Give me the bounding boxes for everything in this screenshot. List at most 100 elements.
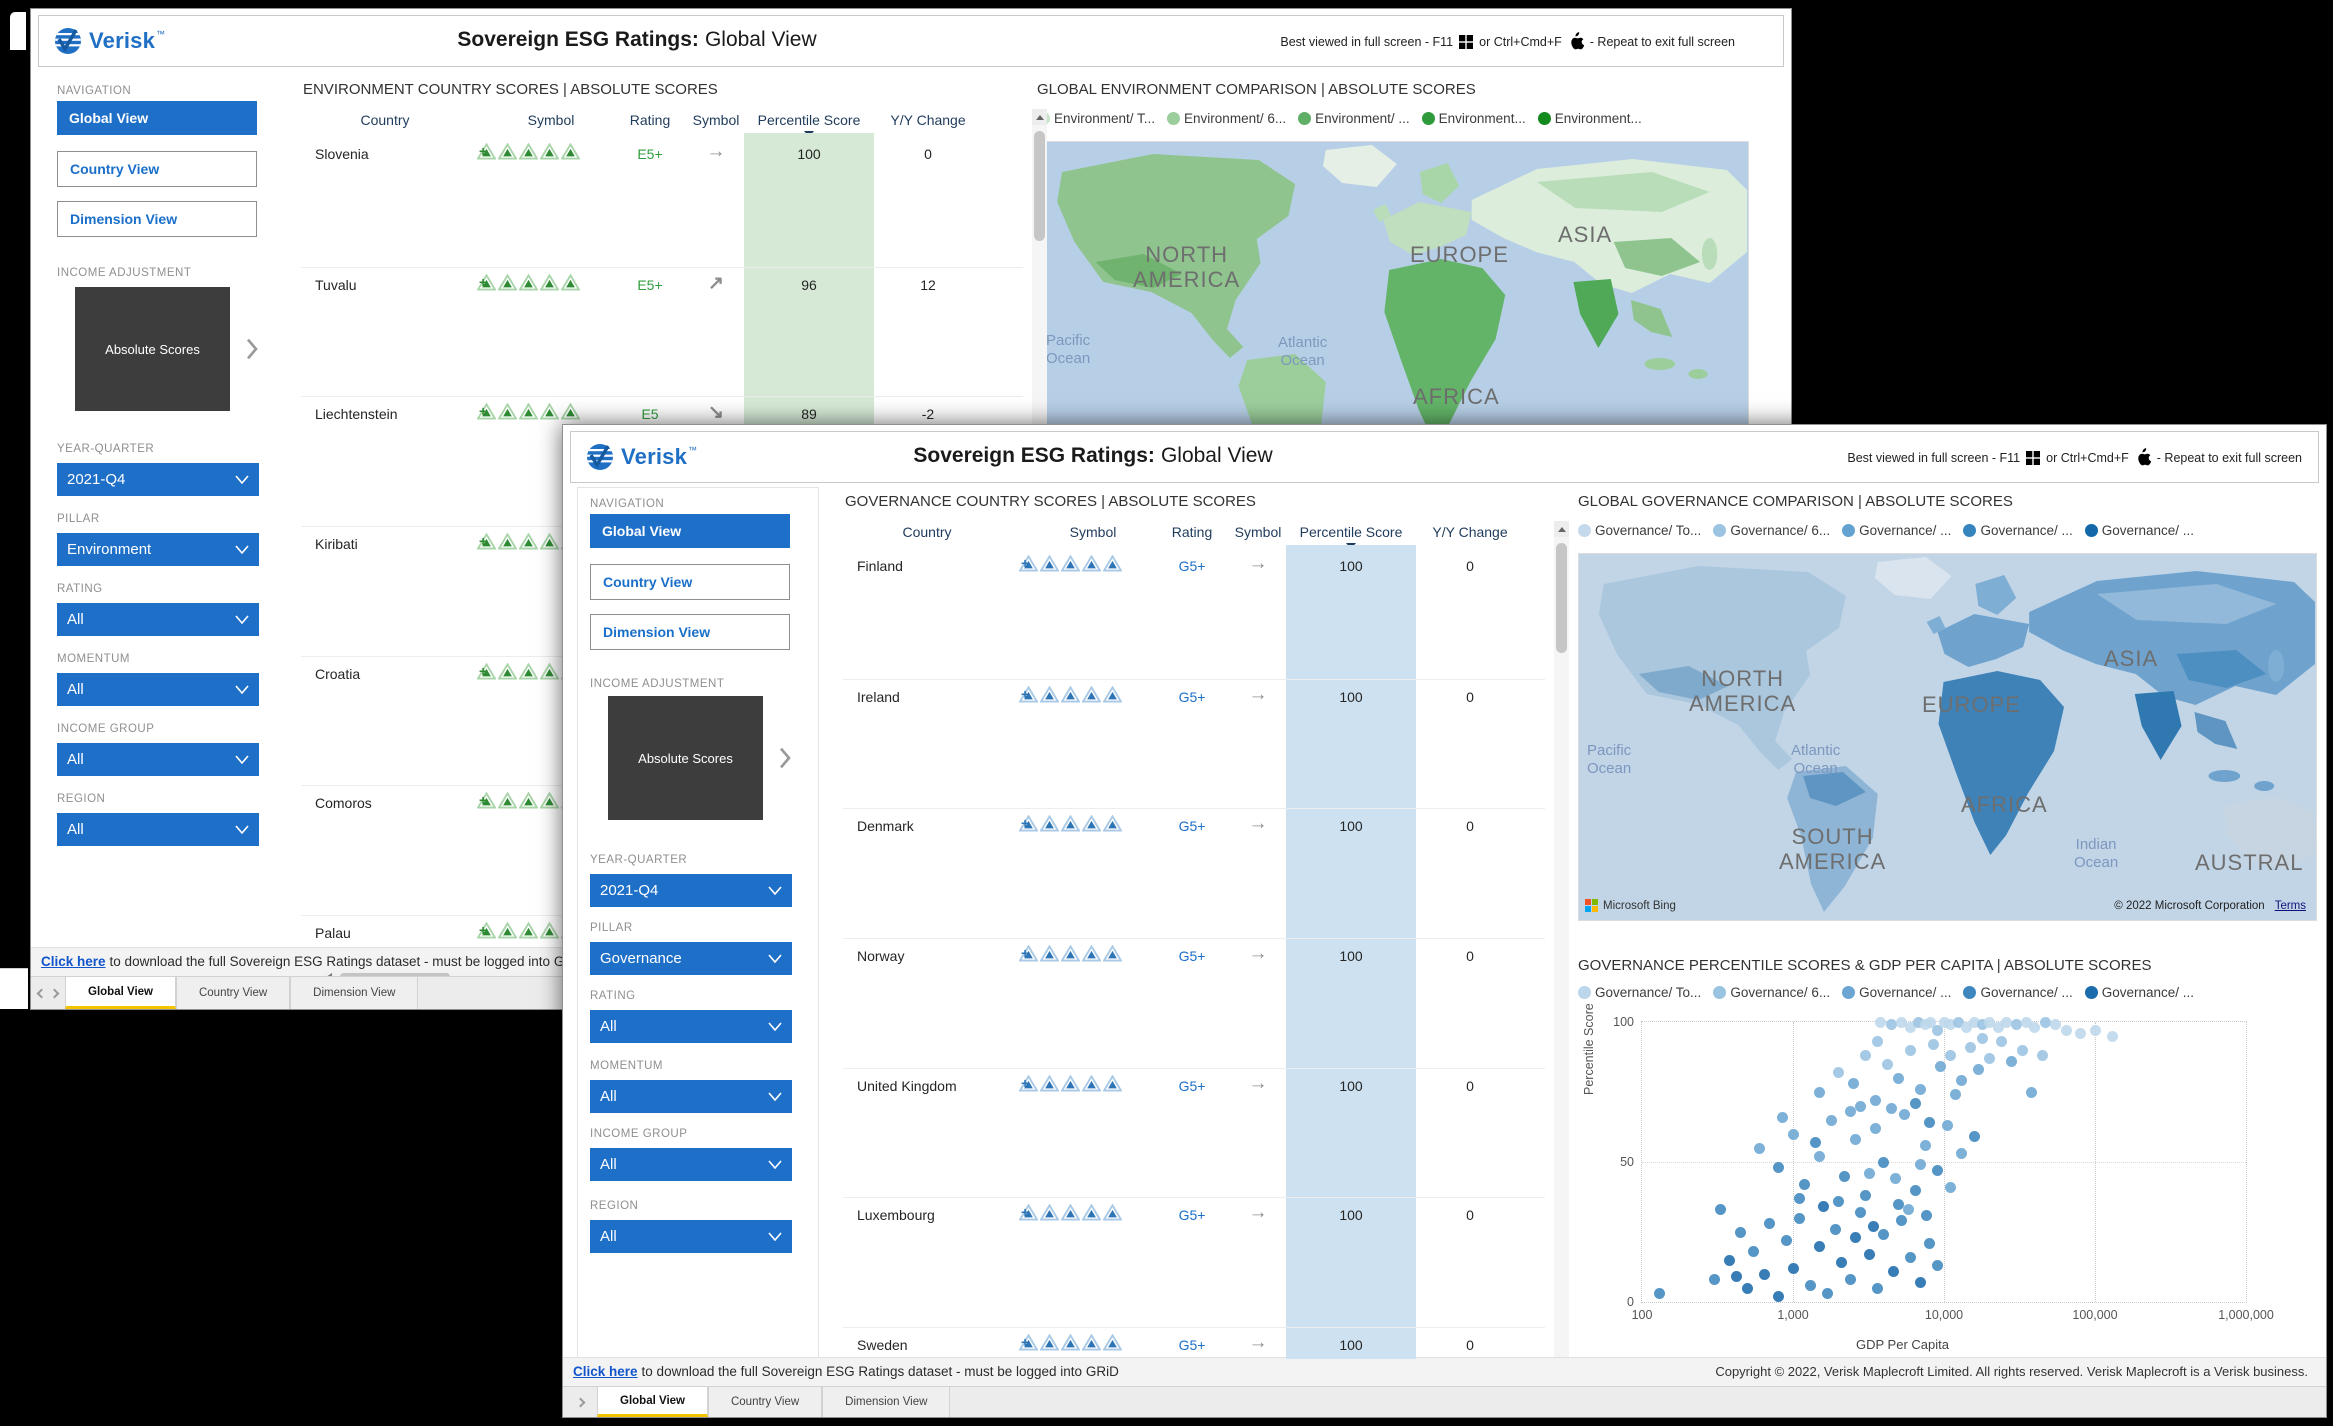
filter-label: MOMENTUM — [590, 1060, 663, 1072]
terms-link[interactable]: Terms — [2275, 900, 2306, 912]
legend-item[interactable]: Governance/ ... — [1842, 523, 1951, 538]
momentum-dropdown[interactable]: All — [590, 1080, 792, 1113]
tab-prev-icon[interactable] — [37, 988, 47, 998]
tab-nav-arrows[interactable] — [563, 1387, 597, 1417]
percentile-cell: 89 — [744, 406, 874, 422]
legend-dot — [2085, 524, 2098, 537]
percentile-cell: 100 — [1286, 1337, 1416, 1353]
column-header-yy-change[interactable]: Y/Y Change — [886, 112, 970, 128]
table-row[interactable]: Luxembourg + G5+ → 100 0 — [843, 1197, 1545, 1328]
scrollbar-thumb[interactable] — [1034, 131, 1045, 241]
legend-item[interactable]: Environment/ ... — [1298, 111, 1410, 126]
column-header-symbol[interactable]: Symbol — [1033, 524, 1153, 540]
legend-item[interactable]: Governance/ To... — [1578, 523, 1701, 538]
tab-country-view[interactable]: Country View — [176, 977, 290, 1009]
report-tab-bar: Global View Country View Dimension View — [563, 1386, 2326, 1417]
tab-dimension-view[interactable]: Dimension View — [290, 977, 418, 1009]
tab-nav-arrows[interactable] — [31, 977, 65, 1009]
tab-next-icon[interactable] — [50, 988, 60, 998]
table-row[interactable]: Slovenia + E5+ → 100 0 — [301, 137, 1023, 267]
sidebar-item-country-view[interactable]: Country View — [590, 564, 790, 600]
table-row[interactable]: Denmark + G5+ → 100 0 — [843, 808, 1545, 939]
governance-world-map[interactable]: NORTH AMERICA EUROPE ASIA AFRICA SOUTH A… — [1578, 553, 2317, 921]
x-tick: 10,000 — [1925, 1308, 1963, 1322]
region-dropdown[interactable]: All — [57, 813, 259, 846]
download-link[interactable]: Click here — [573, 1364, 638, 1379]
legend-item[interactable]: Governance/ ... — [1963, 985, 2072, 1000]
sidebar-item-global-view[interactable]: Global View — [590, 514, 790, 548]
region-dropdown[interactable]: All — [590, 1220, 792, 1253]
legend-dot — [1713, 986, 1726, 999]
dropdown-value: All — [600, 1156, 617, 1173]
legend-item[interactable]: Environment... — [1538, 111, 1642, 126]
income-adjustment-slicer[interactable]: Absolute Scores — [608, 696, 763, 820]
scroll-up-icon[interactable] — [1554, 521, 1569, 537]
column-header-rating[interactable]: Rating — [619, 112, 681, 128]
table-row[interactable]: Ireland + G5+ → 100 0 — [843, 679, 1545, 810]
tab-global-view[interactable]: Global View — [597, 1387, 708, 1417]
year-quarter-dropdown[interactable]: 2021-Q4 — [590, 874, 792, 907]
legend-dot — [1713, 524, 1726, 537]
pillar-dropdown[interactable]: Environment — [57, 533, 259, 566]
table-row[interactable]: United Kingdom + G5+ → 100 0 — [843, 1068, 1545, 1199]
slicer-expand-icon[interactable] — [778, 746, 792, 770]
tab-next-icon[interactable] — [575, 1397, 585, 1407]
legend-item[interactable]: Environment/ 6... — [1167, 111, 1286, 126]
tab-global-view[interactable]: Global View — [65, 977, 176, 1009]
column-header-rating[interactable]: Rating — [1161, 524, 1223, 540]
pillar-dropdown[interactable]: Governance — [590, 942, 792, 975]
legend-dot — [1578, 524, 1591, 537]
rating-dropdown[interactable]: All — [57, 603, 259, 636]
tab-country-view[interactable]: Country View — [708, 1387, 822, 1417]
legend-item[interactable]: Governance/ ... — [1842, 985, 1951, 1000]
scroll-up-icon[interactable] — [1032, 109, 1047, 125]
sidebar-item-global-view[interactable]: Global View — [57, 101, 257, 135]
sidebar-item-country-view[interactable]: Country View — [57, 151, 257, 187]
column-header-country[interactable]: Country — [325, 112, 445, 128]
column-header-symbol2[interactable]: Symbol — [1227, 524, 1289, 540]
trend-arrow-icon: ↗ — [687, 272, 745, 295]
chevron-down-icon — [235, 825, 249, 834]
table-row[interactable]: Tuvalu + E5+ ↗ 96 12 — [301, 267, 1023, 398]
column-header-percentile[interactable]: Percentile Score — [744, 112, 874, 128]
legend-item[interactable]: Governance/ ... — [1963, 523, 2072, 538]
column-header-symbol[interactable]: Symbol — [491, 112, 611, 128]
trend-arrow-icon: → — [687, 141, 745, 163]
column-header-percentile[interactable]: Percentile Score — [1286, 524, 1416, 540]
country-cell: Ireland — [857, 689, 900, 705]
legend-item[interactable]: Governance/ 6... — [1713, 523, 1830, 538]
legend-item[interactable]: Governance/ ... — [2085, 985, 2194, 1000]
trend-arrow-icon: → — [1229, 553, 1287, 575]
country-cell: United Kingdom — [857, 1078, 957, 1094]
legend-item[interactable]: Governance/ 6... — [1713, 985, 1830, 1000]
scatter-plot[interactable]: 100 50 0 100 1,000 10,000 100,000 1,000,… — [1641, 1021, 2247, 1303]
income-group-dropdown[interactable]: All — [57, 743, 259, 776]
momentum-dropdown[interactable]: All — [57, 673, 259, 706]
income-adjustment-slicer[interactable]: Absolute Scores — [75, 287, 230, 411]
table-row[interactable]: Sweden + G5+ → 100 0 — [843, 1327, 1545, 1359]
legend-item[interactable]: Environment/ T... — [1037, 111, 1155, 126]
momentum-symbols: + — [1019, 555, 1169, 572]
column-header-country[interactable]: Country — [867, 524, 987, 540]
table-row[interactable]: Finland + G5+ → 100 0 — [843, 549, 1545, 679]
legend-item[interactable]: Environment... — [1422, 111, 1526, 126]
tab-dimension-view[interactable]: Dimension View — [822, 1387, 950, 1417]
legend-label: Governance/ To... — [1595, 985, 1701, 1000]
filter-label: RATING — [590, 990, 636, 1002]
download-link[interactable]: Click here — [41, 954, 106, 969]
legend-item[interactable]: Governance/ ... — [2085, 523, 2194, 538]
scrollbar-thumb[interactable] — [1556, 543, 1567, 653]
sidebar-item-dimension-view[interactable]: Dimension View — [590, 614, 790, 650]
income-group-dropdown[interactable]: All — [590, 1148, 792, 1181]
column-header-symbol2[interactable]: Symbol — [685, 112, 747, 128]
verisk-logo-icon — [585, 442, 615, 472]
sidebar-item-dimension-view[interactable]: Dimension View — [57, 201, 257, 237]
slicer-expand-icon[interactable] — [245, 337, 259, 361]
year-quarter-dropdown[interactable]: 2021-Q4 — [57, 463, 259, 496]
legend-item[interactable]: Governance/ To... — [1578, 985, 1701, 1000]
table-row[interactable]: Norway + G5+ → 100 0 — [843, 938, 1545, 1069]
rating-dropdown[interactable]: All — [590, 1010, 792, 1043]
table-scrollbar[interactable] — [1554, 521, 1569, 1357]
legend-label: Governance/ ... — [1859, 985, 1951, 1000]
column-header-yy-change[interactable]: Y/Y Change — [1428, 524, 1512, 540]
